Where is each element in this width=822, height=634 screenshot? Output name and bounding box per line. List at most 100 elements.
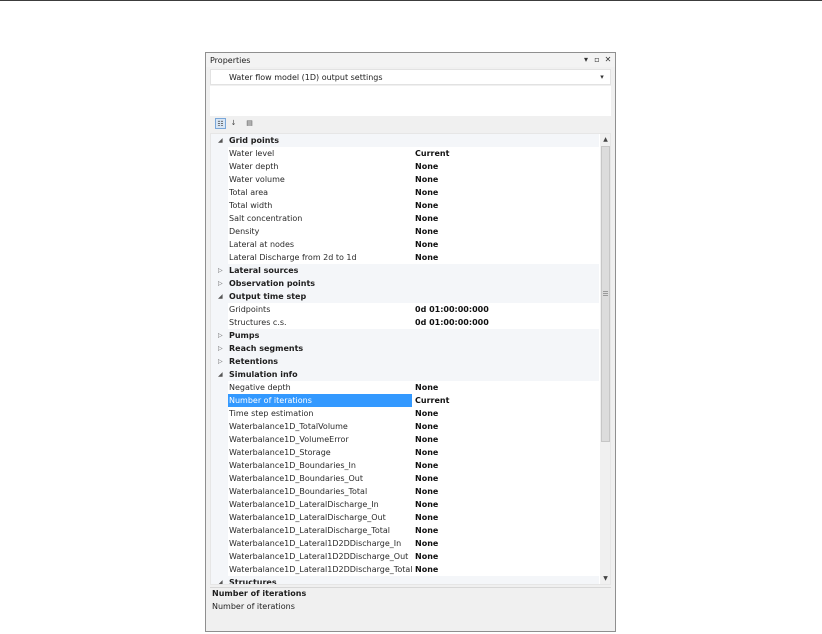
- property-value[interactable]: None: [415, 550, 438, 563]
- row-gutter: [211, 212, 228, 225]
- collapse-triangle-icon[interactable]: ◢: [218, 135, 223, 146]
- property-row[interactable]: Gridpoints 0d 01:00:00:000: [211, 303, 599, 316]
- property-value[interactable]: None: [415, 537, 438, 550]
- property-row[interactable]: Structures c.s. 0d 01:00:00:000: [211, 316, 599, 329]
- property-row[interactable]: Lateral Discharge from 2d to 1d None: [211, 251, 599, 264]
- grip-line: [603, 293, 608, 294]
- expand-triangle-icon[interactable]: ▷: [218, 278, 223, 289]
- property-value[interactable]: None: [415, 472, 438, 485]
- property-value[interactable]: None: [415, 212, 438, 225]
- property-value[interactable]: None: [415, 485, 438, 498]
- property-row[interactable]: Waterbalance1D_Storage None: [211, 446, 599, 459]
- property-value[interactable]: None: [415, 511, 438, 524]
- property-row[interactable]: Waterbalance1D_Boundaries_Out None: [211, 472, 599, 485]
- row-gutter: [211, 485, 228, 498]
- object-selector-value: Water flow model (1D) output settings: [229, 73, 383, 82]
- property-name: Waterbalance1D_TotalVolume: [229, 422, 348, 431]
- property-row[interactable]: Total width None: [211, 199, 599, 212]
- property-row[interactable]: Waterbalance1D_VolumeError None: [211, 433, 599, 446]
- property-value[interactable]: None: [415, 186, 438, 199]
- row-gutter: [211, 251, 228, 264]
- property-name: Waterbalance1D_Lateral1D2DDischarge_Tota…: [229, 565, 412, 574]
- expand-triangle-icon[interactable]: ▷: [218, 356, 223, 367]
- category-row[interactable]: ▷ Pumps: [211, 329, 599, 342]
- property-row[interactable]: Waterbalance1D_TotalVolume None: [211, 420, 599, 433]
- chevron-down-icon[interactable]: ▾: [597, 73, 607, 83]
- property-value[interactable]: None: [415, 199, 438, 212]
- collapse-triangle-icon[interactable]: ◢: [218, 577, 223, 584]
- row-gutter: [211, 160, 228, 173]
- property-value[interactable]: None: [415, 420, 438, 433]
- property-value[interactable]: Current: [415, 147, 449, 160]
- property-value[interactable]: Current: [415, 394, 449, 407]
- property-name: Waterbalance1D_Lateral1D2DDischarge_Out: [229, 552, 409, 561]
- property-row[interactable]: Number of iterations Current: [211, 394, 599, 407]
- close-icon[interactable]: ✕: [603, 54, 613, 66]
- expand-triangle-icon[interactable]: ▷: [218, 265, 223, 276]
- scroll-up-icon[interactable]: ▲: [600, 134, 610, 145]
- property-name: Total width: [229, 201, 273, 210]
- object-selector-combobox[interactable]: Water flow model (1D) output settings ▾: [210, 69, 611, 85]
- property-value[interactable]: None: [415, 225, 438, 238]
- property-value[interactable]: None: [415, 446, 438, 459]
- property-row[interactable]: Waterbalance1D_LateralDischarge_Total Non…: [211, 524, 599, 537]
- property-value[interactable]: None: [415, 381, 438, 394]
- property-value[interactable]: None: [415, 433, 438, 446]
- property-name: Waterbalance1D_Storage: [229, 448, 331, 457]
- property-value[interactable]: None: [415, 524, 438, 537]
- property-row[interactable]: Lateral at nodes None: [211, 238, 599, 251]
- property-row[interactable]: Waterbalance1D_LateralDischarge_Out None: [211, 511, 599, 524]
- collapse-triangle-icon[interactable]: ◢: [218, 291, 223, 302]
- collapse-triangle-icon[interactable]: ◢: [218, 369, 223, 380]
- category-row[interactable]: ◢ Grid points: [211, 134, 599, 147]
- property-value[interactable]: None: [415, 498, 438, 511]
- property-value[interactable]: 0d 01:00:00:000: [415, 303, 489, 316]
- row-gutter: [211, 550, 228, 563]
- category-row[interactable]: ▷ Observation points: [211, 277, 599, 290]
- property-value[interactable]: 0d 01:00:00:000: [415, 316, 489, 329]
- property-row[interactable]: Waterbalance1D_Lateral1D2DDischarge_Out N…: [211, 550, 599, 563]
- categorized-view-icon[interactable]: ☷: [215, 118, 226, 129]
- maximize-icon[interactable]: ▫: [592, 54, 602, 66]
- property-row[interactable]: Time step estimation None: [211, 407, 599, 420]
- expand-triangle-icon[interactable]: ▷: [218, 330, 223, 341]
- expand-triangle-icon[interactable]: ▷: [218, 343, 223, 354]
- property-row[interactable]: Water volume None: [211, 173, 599, 186]
- scroll-down-icon[interactable]: ▼: [600, 573, 610, 584]
- alphabetical-sort-icon[interactable]: ↓: [228, 118, 239, 129]
- property-row[interactable]: Waterbalance1D_LateralDischarge_In None: [211, 498, 599, 511]
- property-value[interactable]: None: [415, 459, 438, 472]
- category-row[interactable]: ▷ Lateral sources: [211, 264, 599, 277]
- category-row[interactable]: ▷ Reach segments: [211, 342, 599, 355]
- property-value[interactable]: None: [415, 563, 438, 576]
- category-row[interactable]: ▷ Retentions: [211, 355, 599, 368]
- property-value[interactable]: None: [415, 251, 438, 264]
- row-gutter: [211, 524, 228, 537]
- property-row[interactable]: Water level Current: [211, 147, 599, 160]
- property-value[interactable]: None: [415, 160, 438, 173]
- property-row[interactable]: Negative depth None: [211, 381, 599, 394]
- category-row[interactable]: ◢ Structures: [211, 576, 599, 584]
- property-row[interactable]: Waterbalance1D_Boundaries_In None: [211, 459, 599, 472]
- scrollbar-thumb[interactable]: [601, 146, 610, 442]
- property-row[interactable]: Density None: [211, 225, 599, 238]
- panel-title: Properties: [210, 56, 251, 65]
- property-value[interactable]: None: [415, 238, 438, 251]
- category-row[interactable]: ◢ Output time step: [211, 290, 599, 303]
- property-row[interactable]: Waterbalance1D_Boundaries_Total None: [211, 485, 599, 498]
- help-description: Number of iterations: [212, 602, 295, 611]
- property-value[interactable]: None: [415, 407, 438, 420]
- category-label: Retentions: [229, 357, 279, 366]
- property-row[interactable]: Total area None: [211, 186, 599, 199]
- property-value[interactable]: None: [415, 173, 438, 186]
- panel-titlebar: Properties ▾ ▫ ✕: [206, 53, 615, 67]
- vertical-scrollbar[interactable]: ▲ ▼: [600, 134, 610, 584]
- property-row[interactable]: Water depth None: [211, 160, 599, 173]
- grip-line: [603, 291, 608, 292]
- property-row[interactable]: Waterbalance1D_Lateral1D2DDischarge_In No…: [211, 537, 599, 550]
- pin-dropdown-icon[interactable]: ▾: [581, 54, 591, 66]
- property-row[interactable]: Salt concentration None: [211, 212, 599, 225]
- category-row[interactable]: ◢ Simulation info: [211, 368, 599, 381]
- property-pages-icon[interactable]: ▤: [244, 118, 255, 129]
- property-row[interactable]: Waterbalance1D_Lateral1D2DDischarge_Tota…: [211, 563, 599, 576]
